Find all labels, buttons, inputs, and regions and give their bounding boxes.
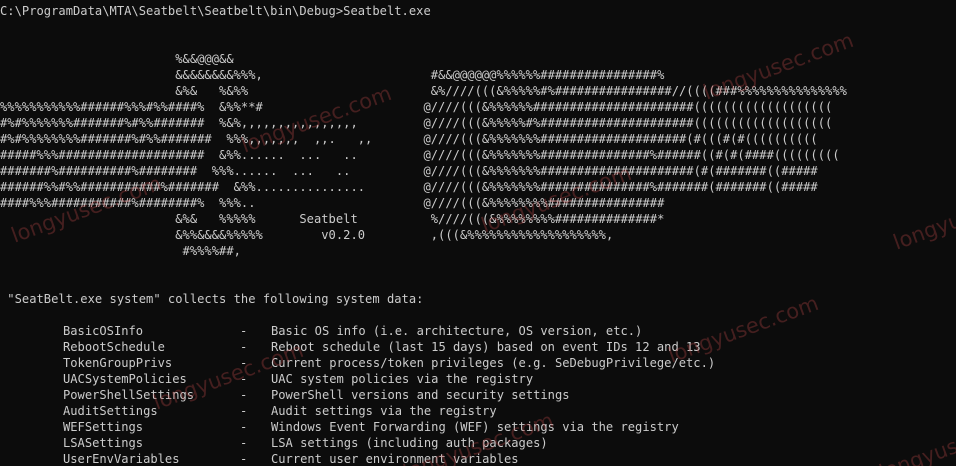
command-description: Windows Event Forwarding (WEF) settings … — [271, 420, 679, 434]
command-name: LSASettings — [63, 436, 144, 450]
command-description: PowerShell versions and security setting… — [271, 388, 570, 402]
command-name: BasicOSInfo — [63, 324, 144, 338]
watermark-text: longyusec.com — [876, 407, 956, 466]
banner-line: %%%%%%%%%%%######%%%#%%####% &%%**# @///… — [0, 100, 833, 114]
command-separator: - — [240, 420, 248, 434]
command-description: UAC system policies via the registry — [271, 372, 534, 386]
banner-line: #%#%%%%%%%%#######%#%%####### %%%,,,,,,,… — [0, 132, 818, 146]
banner-line: #######%##########%######## %%%...... ..… — [0, 164, 818, 178]
command-separator: - — [240, 452, 248, 466]
command-name: TokenGroupPrivs — [63, 356, 173, 370]
command-name: RebootSchedule — [63, 340, 165, 354]
prompt-line: C:\ProgramData\MTA\Seatbelt\Seatbelt\bin… — [0, 4, 431, 18]
banner-line: &%%&&&&%%%%% v0.2.0 ,(((&%%%%%%%%%%%%%%%… — [0, 228, 614, 242]
command-description: Current process/token privileges (e.g. S… — [271, 356, 716, 370]
banner-line: &&&&&&&&%%%, #&&@@@@@@%%%%%%############… — [0, 68, 665, 82]
command-description: LSA settings (including auth packages) — [271, 436, 548, 450]
command-separator: - — [240, 404, 248, 418]
command-description: Reboot schedule (last 15 days) based on … — [271, 340, 701, 354]
command-separator: - — [240, 372, 248, 386]
banner-line: ####%%%###########%########% %%%.. @////… — [0, 196, 665, 210]
command-name: UserEnvVariables — [63, 452, 180, 466]
summary-intro: "SeatBelt.exe system" collects the follo… — [0, 292, 424, 306]
banner-line: #%#%%%%%%%#######%#%%####### %&%,,,,,,,,… — [0, 116, 833, 130]
command-name: PowerShellSettings — [63, 388, 195, 402]
command-name: AuditSettings — [63, 404, 158, 418]
watermark-text: longyu — [890, 207, 956, 255]
banner-line: ######%%#%%###########%####### &%%......… — [0, 180, 818, 194]
command-name: WEFSettings — [63, 420, 144, 434]
command-separator: - — [240, 324, 248, 338]
banner-line: #%%%%##, — [0, 244, 241, 258]
command-separator: - — [240, 340, 248, 354]
command-description: Audit settings via the registry — [271, 404, 497, 418]
banner-line: &%& %&%% &%////(((&%%%%%#%##############… — [0, 84, 847, 98]
command-separator: - — [240, 388, 248, 402]
command-description: Basic OS info (i.e. architecture, OS ver… — [271, 324, 643, 338]
command-separator: - — [240, 436, 248, 450]
banner-line: %&&@@@&& — [0, 52, 234, 66]
command-description: Current user environment variables — [271, 452, 519, 466]
command-separator: - — [240, 356, 248, 370]
console-window[interactable]: C:\ProgramData\MTA\Seatbelt\Seatbelt\bin… — [0, 0, 956, 466]
command-name: UACSystemPolicies — [63, 372, 187, 386]
banner-line: #####%%%#################### &%%...... .… — [0, 148, 840, 162]
banner-line: &%& %%%%% Seatbelt %////(((&%%%%%%%%####… — [0, 212, 665, 226]
